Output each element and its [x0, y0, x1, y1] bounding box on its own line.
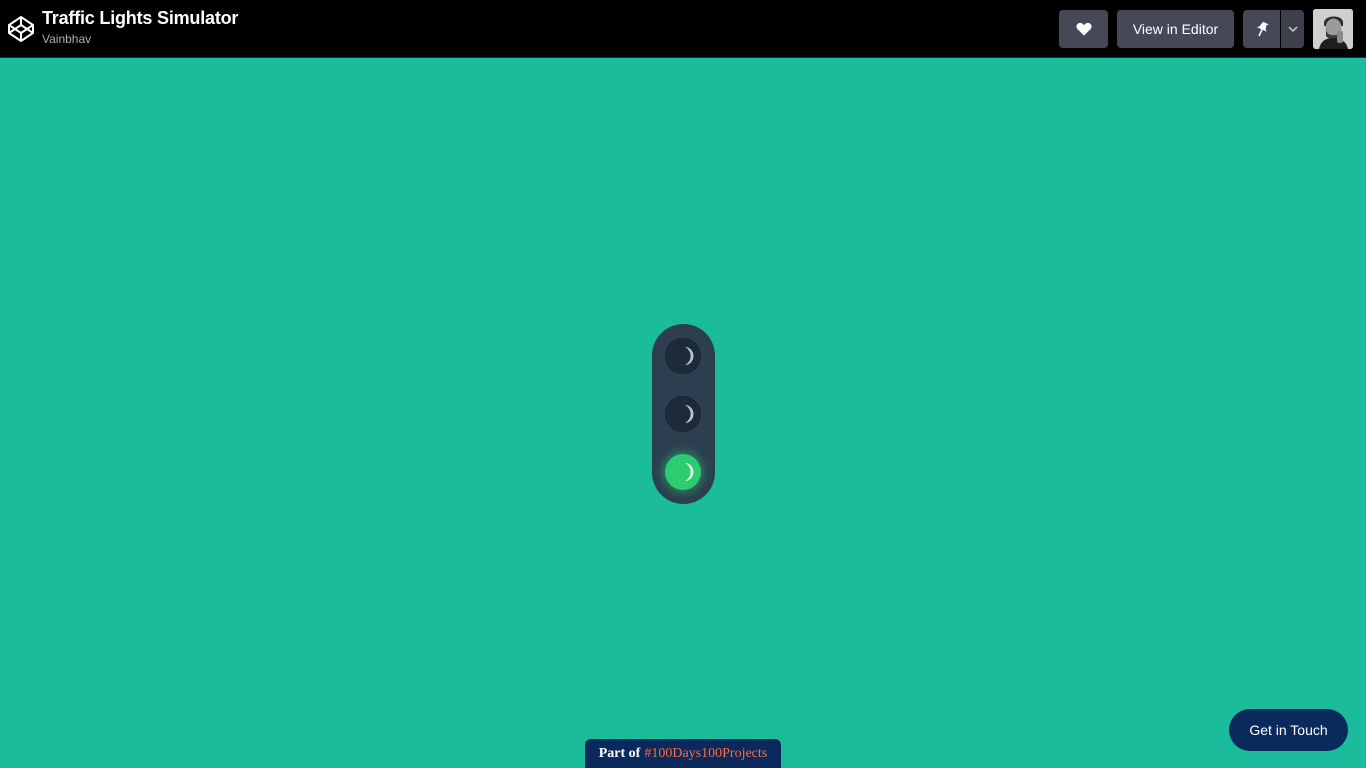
pin-icon: [1256, 21, 1269, 37]
moon-icon: [685, 463, 694, 481]
avatar-image: [1313, 9, 1353, 49]
moon-icon: [685, 347, 694, 365]
pin-button[interactable]: [1243, 10, 1280, 48]
badge-hashtag[interactable]: #100Days100Projects: [644, 746, 767, 762]
codepen-logo-icon[interactable]: [6, 14, 36, 44]
yellow-light: [665, 396, 701, 432]
like-button[interactable]: [1059, 10, 1108, 48]
chevron-down-icon: [1288, 26, 1297, 32]
project-badge[interactable]: Part of #100Days100Projects: [585, 739, 781, 768]
green-light: [665, 454, 701, 490]
moon-icon: [685, 405, 694, 423]
top-bar: Traffic Lights Simulator Vainbhav View i…: [0, 0, 1366, 58]
view-in-editor-button[interactable]: View in Editor: [1117, 10, 1234, 48]
pen-title: Traffic Lights Simulator: [42, 8, 239, 28]
pen-author[interactable]: Vainbhav: [42, 32, 91, 46]
red-light: [665, 338, 701, 374]
traffic-light: [652, 324, 715, 504]
pin-options-dropdown[interactable]: [1281, 10, 1304, 48]
get-in-touch-button[interactable]: Get in Touch: [1229, 709, 1348, 751]
badge-prefix: Part of: [598, 745, 641, 761]
user-avatar[interactable]: [1313, 9, 1353, 49]
heart-icon: [1075, 22, 1092, 36]
